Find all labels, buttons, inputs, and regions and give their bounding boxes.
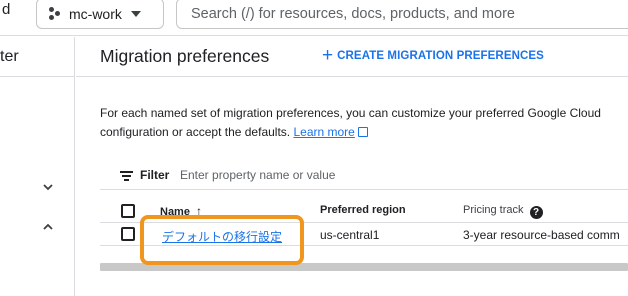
filter-bar: Filter Enter property name or value: [100, 164, 628, 190]
row-checkbox[interactable]: [121, 227, 135, 241]
horizontal-scrollbar[interactable]: [100, 263, 628, 271]
left-nav-header: ter: [0, 37, 75, 77]
chevron-down-icon[interactable]: [42, 181, 54, 193]
description: For each named set of migration preferen…: [100, 104, 620, 142]
learn-more-label[interactable]: Learn more: [293, 125, 354, 139]
filter-label: Filter: [140, 168, 170, 182]
project-icon: [49, 6, 61, 21]
plus-icon: +: [322, 45, 334, 66]
preference-name-link[interactable]: デフォルトの移行設定: [162, 228, 282, 245]
search-input[interactable]: Search (/) for resources, docs, products…: [176, 0, 628, 29]
top-bar-left-fragment[interactable]: d: [2, 1, 10, 18]
column-header-name-label[interactable]: Name: [160, 206, 190, 218]
external-link-icon[interactable]: [357, 127, 368, 137]
table-row: デフォルトの移行設定 us-central1 3-year resource-b…: [100, 223, 628, 246]
search-placeholder: Search (/) for resources, docs, products…: [191, 5, 515, 22]
migration-preferences-table: Name ↑ Preferred region Pricing track? デフ…: [100, 200, 628, 246]
sort-ascending-icon[interactable]: ↑: [196, 204, 202, 218]
top-bar-left-fragment-text[interactable]: d: [2, 1, 10, 18]
project-name: mc-work: [69, 5, 122, 22]
caret-down-icon: [130, 10, 141, 17]
learn-more-link[interactable]: Learn more: [293, 125, 354, 139]
table-header-row: Name ↑ Preferred region Pricing track?: [100, 200, 628, 223]
select-all-checkbox[interactable]: [121, 204, 135, 218]
left-nav-title: ter: [0, 48, 19, 65]
create-button-label: CREATE MIGRATION PREFERENCES: [337, 50, 544, 62]
column-header-name[interactable]: Name ↑: [160, 204, 202, 218]
page-header: Migration preferences + CREATE MIGRATION…: [76, 37, 628, 77]
pricing-track-cell: 3-year resource-based comm: [463, 228, 620, 242]
column-header-pricing-label[interactable]: Pricing track: [463, 204, 524, 216]
chevron-up-icon[interactable]: [42, 221, 54, 233]
project-picker[interactable]: mc-work: [36, 0, 164, 29]
help-icon[interactable]: ?: [529, 206, 543, 219]
column-header-region[interactable]: Preferred region: [320, 204, 406, 216]
preferred-region-cell: us-central1: [320, 228, 380, 242]
top-bar: d mc-work Search (/) for resources, docs…: [0, 0, 628, 36]
filter-input[interactable]: Enter property name or value: [180, 168, 335, 182]
main-content: Migration preferences + CREATE MIGRATION…: [76, 37, 628, 296]
page-title: Migration preferences: [100, 46, 270, 66]
left-nav: ter: [0, 37, 75, 296]
create-migration-preferences-button[interactable]: + CREATE MIGRATION PREFERENCES: [322, 45, 544, 66]
column-header-pricing[interactable]: Pricing track?: [463, 204, 543, 219]
filter-icon: [120, 171, 133, 181]
